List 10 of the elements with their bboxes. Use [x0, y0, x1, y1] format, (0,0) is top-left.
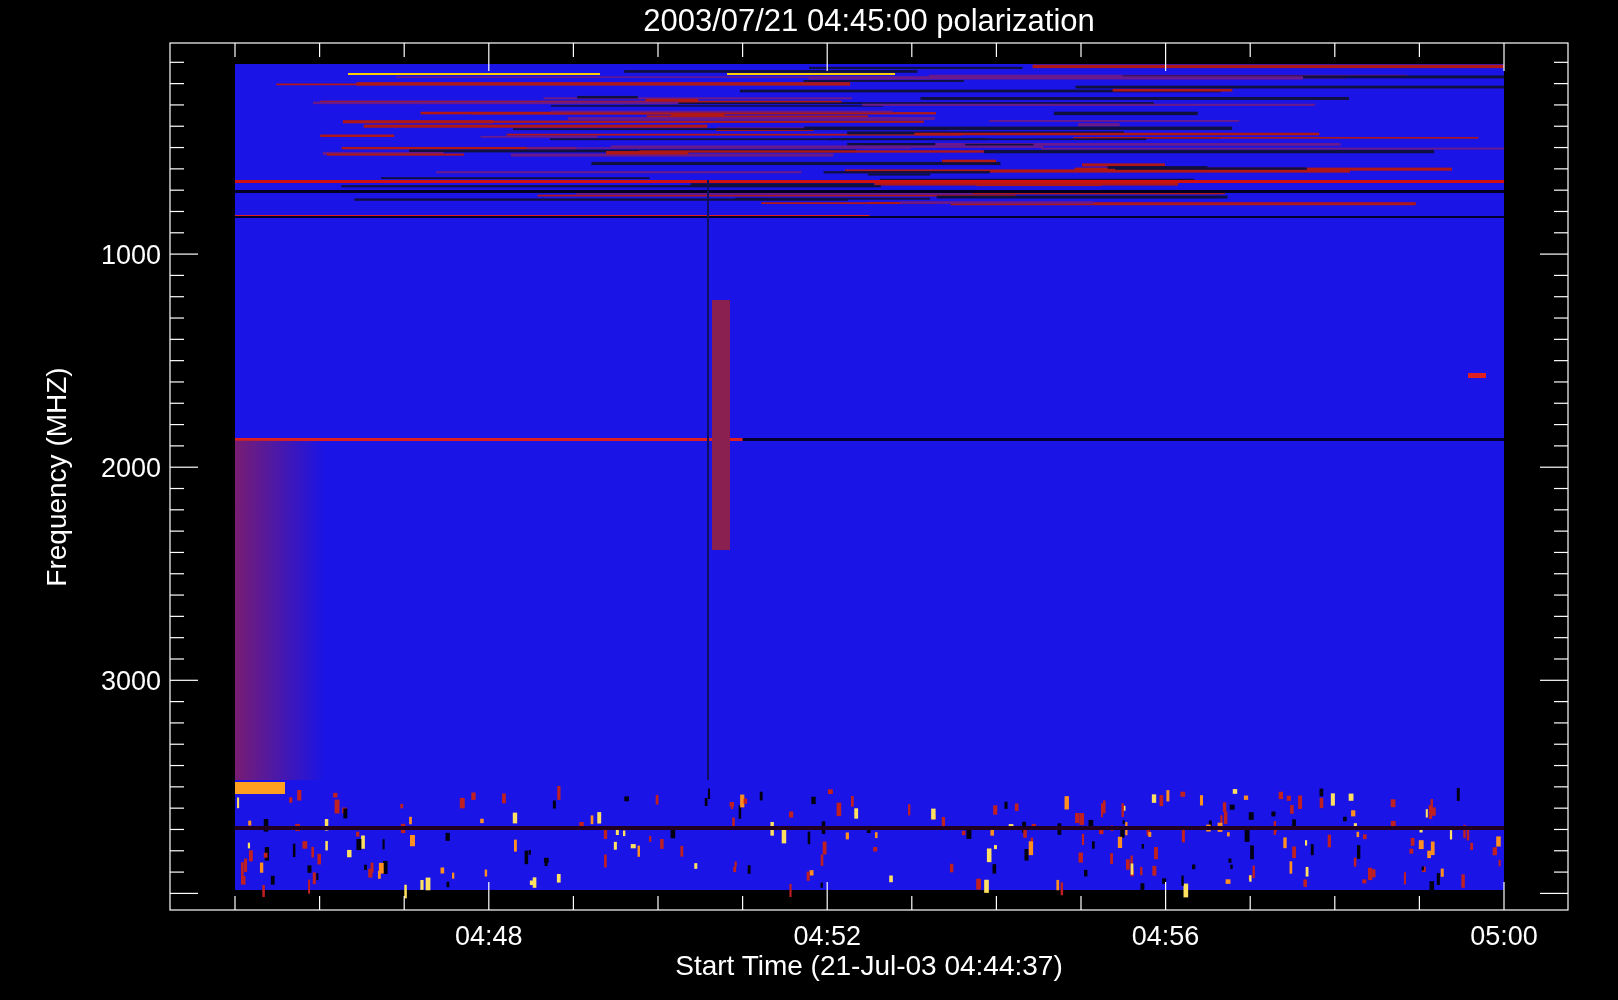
tick-label: 04:56: [1131, 921, 1200, 951]
tick-label: 04:48: [455, 921, 523, 951]
axis-label: Start Time (21-Jul-03 04:44:37): [675, 950, 1063, 981]
tick-label: 04:52: [793, 921, 861, 951]
tick-label: 3000: [100, 666, 161, 697]
plot-title: 2003/07/21 04:45:00 polarization: [643, 3, 1095, 38]
tick-label: 1000: [100, 240, 161, 271]
tick-label: 2000: [100, 453, 161, 484]
axis-label: Frequency (MHZ): [41, 367, 72, 587]
tick-label: 05:00: [1470, 921, 1538, 951]
